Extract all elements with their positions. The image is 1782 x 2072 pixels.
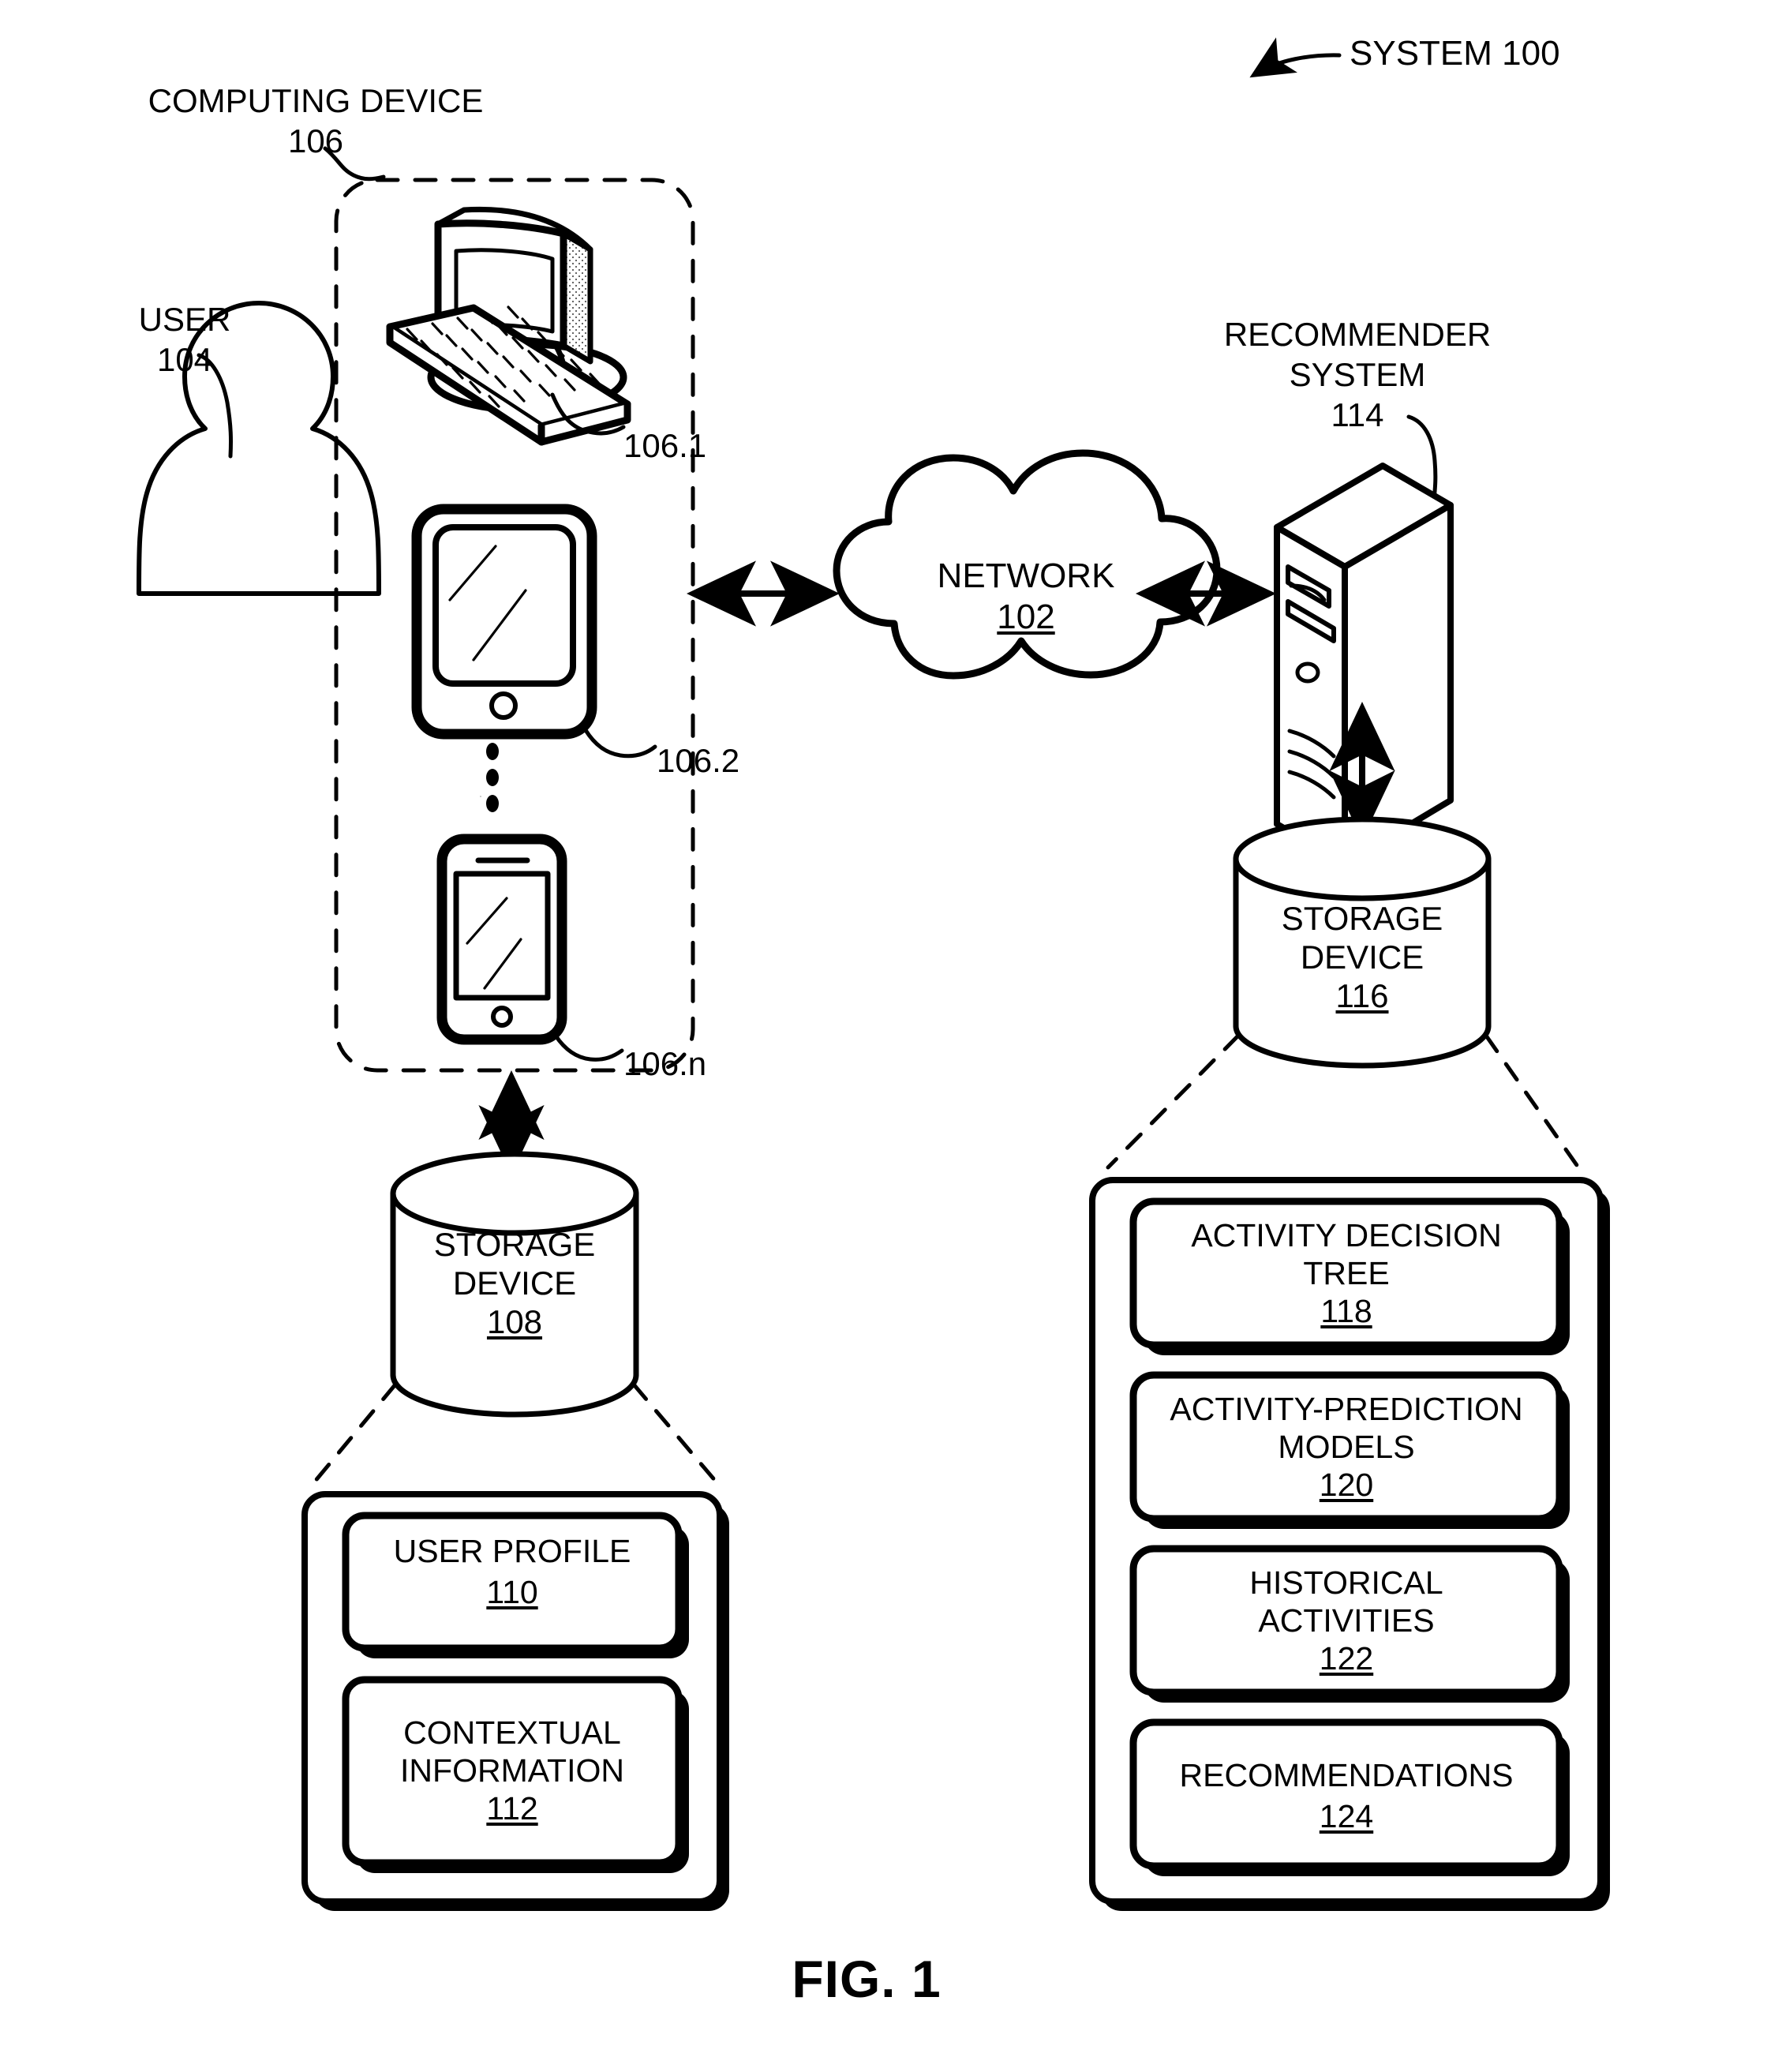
system-100-leader-arrow	[1249, 37, 1342, 78]
box-120-ref: 120	[1319, 1467, 1374, 1503]
user-label: USER	[138, 301, 231, 338]
box-112-ref: 112	[486, 1790, 538, 1827]
client-storage-expander-lines	[312, 1382, 719, 1485]
computing-device-label-ref: 106	[287, 122, 344, 159]
client-storage-label-line2: DEVICE	[452, 1265, 577, 1302]
box-122-ref: 122	[1319, 1640, 1374, 1677]
tablet-icon	[411, 504, 657, 759]
computing-device-label-line1: COMPUTING DEVICE	[148, 82, 484, 119]
box-120-title-line1: ACTIVITY-PREDICTION	[1170, 1391, 1523, 1427]
recommender-system-ref: 114	[1331, 396, 1384, 433]
system-100-label: SYSTEM 100	[1350, 34, 1560, 73]
box-122-title-line2: ACTIVITIES	[1258, 1602, 1435, 1639]
server-storage-expander-lines	[1106, 1033, 1581, 1170]
network-ref: 102	[997, 598, 1055, 636]
network-label: NETWORK	[937, 556, 1115, 595]
desktop-computer-icon	[386, 206, 631, 446]
server-storage-ref: 116	[1335, 977, 1389, 1014]
client-storage-label-line1: STORAGE	[433, 1226, 596, 1263]
server-storage-label-line2: DEVICE	[1300, 939, 1424, 976]
box-112-title-line2: INFORMATION	[400, 1752, 624, 1789]
device-ref-106-1: 106.1	[623, 427, 707, 464]
recommender-system-label-line2: SYSTEM	[1289, 356, 1426, 393]
device-ref-106-2: 106.2	[657, 742, 740, 779]
device-ref-106-n: 106.n	[623, 1045, 707, 1082]
box-118-title-line2: TREE	[1303, 1255, 1390, 1291]
box-110-ref: 110	[486, 1574, 538, 1610]
box-112-title-line1: CONTEXTUAL	[403, 1714, 621, 1751]
box-118-title-line1: ACTIVITY DECISION	[1191, 1217, 1502, 1253]
patent-figure-1: SYSTEM 100 COMPUTING DEVICE 106 USER 104…	[0, 0, 1782, 2072]
box-124-ref: 124	[1319, 1798, 1374, 1834]
box-110-title-line1: USER PROFILE	[393, 1533, 631, 1569]
recommender-system-label-line1: RECOMMENDER	[1223, 316, 1492, 353]
box-120-title-line2: MODELS	[1278, 1429, 1415, 1465]
box-118-ref: 118	[1320, 1293, 1372, 1329]
figure-caption: FIG. 1	[792, 1950, 942, 2008]
diagram-vector-layer	[137, 37, 1610, 1911]
box-124-title-line1: RECOMMENDATIONS	[1179, 1757, 1514, 1793]
server-storage-label-line1: STORAGE	[1281, 900, 1443, 937]
client-storage-ref: 108	[486, 1303, 543, 1340]
box-122-title-line1: HISTORICAL	[1249, 1564, 1443, 1601]
vertical-ellipsis-icon	[486, 743, 499, 812]
smartphone-icon	[436, 796, 624, 1062]
user-ref: 104	[156, 341, 213, 378]
